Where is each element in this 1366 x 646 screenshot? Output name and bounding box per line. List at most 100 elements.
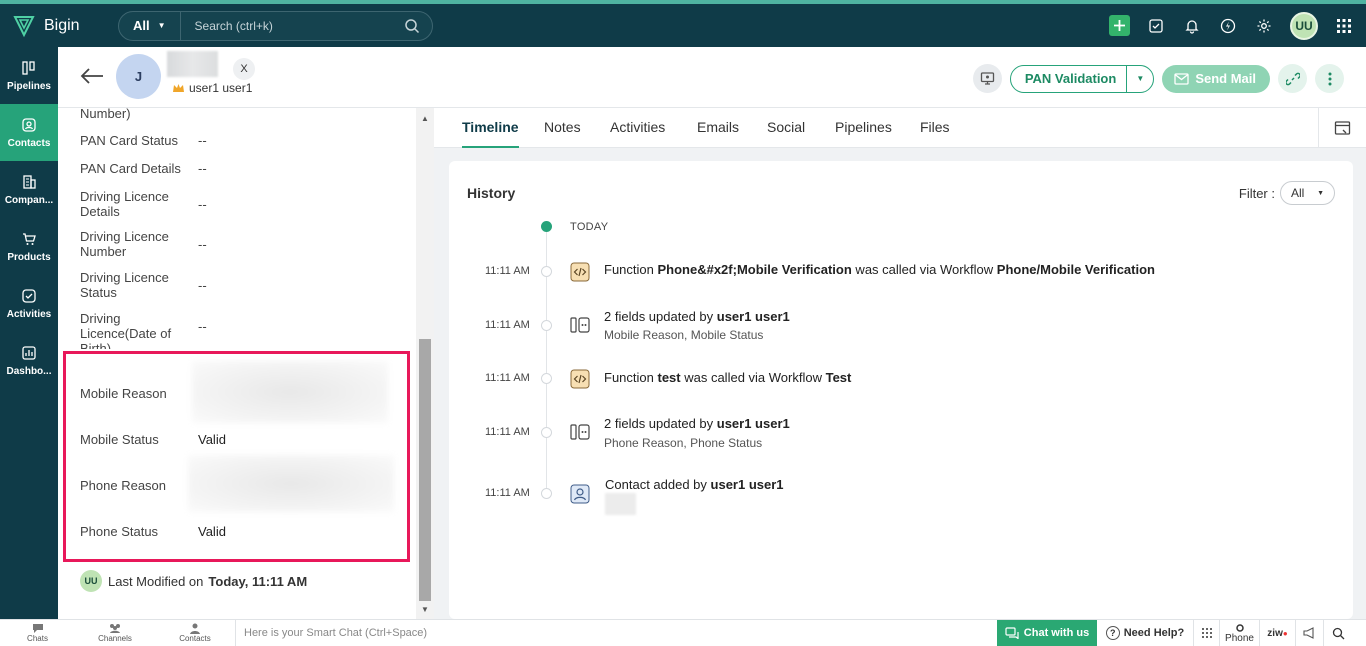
- bottom-search-button[interactable]: [1323, 619, 1353, 646]
- upgrade-button[interactable]: [1218, 16, 1238, 36]
- user-avatar[interactable]: UU: [1290, 11, 1318, 40]
- scroll-down-icon[interactable]: ▼: [416, 601, 434, 617]
- scrollbar-thumb[interactable]: [419, 339, 431, 601]
- field-value[interactable]: --: [198, 197, 207, 219]
- send-mail-button[interactable]: Send Mail: [1162, 64, 1270, 93]
- bottom-channels[interactable]: Channels: [75, 623, 155, 643]
- dialpad-button[interactable]: [1193, 619, 1219, 646]
- tasks-button[interactable]: [1146, 16, 1166, 36]
- notifications-button[interactable]: [1182, 16, 1202, 36]
- phone-button[interactable]: Phone: [1219, 619, 1259, 646]
- global-search[interactable]: All ▼ Search (ctrl+k): [118, 10, 433, 41]
- entry-text-part: was called via Workflow: [851, 262, 997, 277]
- field-value[interactable]: --: [198, 161, 207, 176]
- search-input[interactable]: Search (ctrl+k): [181, 19, 404, 33]
- entry-text: 2 fields updated by user1 user1: [604, 416, 790, 431]
- nav-item-label: Products: [7, 251, 51, 263]
- field-update-icon: [570, 424, 590, 440]
- field-driving-licence-status[interactable]: Driving Licence Status --: [80, 270, 207, 300]
- megaphone-icon: [1303, 627, 1314, 639]
- field-driving-licence-dob[interactable]: Driving Licence(Date of Birth) --: [80, 311, 207, 349]
- filter-label: Filter :: [1238, 185, 1275, 201]
- field-value[interactable]: --: [198, 133, 207, 148]
- dashboards-icon: [22, 345, 36, 360]
- more-options-button[interactable]: [1315, 64, 1344, 93]
- search-scope-dropdown[interactable]: All ▼: [119, 11, 181, 40]
- record-avatar[interactable]: J: [116, 54, 161, 99]
- search-scope-label: All: [133, 18, 150, 33]
- tab-pipelines[interactable]: Pipelines: [835, 108, 892, 148]
- chat-icon: [1005, 627, 1019, 639]
- tab-files[interactable]: Files: [920, 108, 950, 148]
- function-name: Phone&#x2f;Mobile Verification: [657, 262, 852, 277]
- ziwo-button[interactable]: ziw ●: [1259, 619, 1295, 646]
- timeline-dot: [541, 488, 552, 499]
- field-pan-card-status[interactable]: PAN Card Status --: [80, 133, 207, 148]
- tab-social[interactable]: Social: [767, 108, 805, 148]
- nav-item-label: Compan...: [4, 194, 54, 206]
- field-value[interactable]: --: [198, 237, 207, 259]
- field-value[interactable]: --: [198, 319, 207, 349]
- nav-item-pipelines[interactable]: Pipelines: [0, 47, 58, 104]
- customize-tabs-button[interactable]: [1318, 108, 1366, 148]
- announcements-button[interactable]: [1295, 619, 1323, 646]
- dialpad-icon: [1201, 628, 1212, 638]
- question-icon: ?: [1105, 626, 1120, 640]
- scroll-up-icon[interactable]: ▲: [416, 110, 434, 126]
- x-social-icon[interactable]: X: [233, 58, 255, 80]
- nav-item-dashboards[interactable]: Dashbo...: [0, 332, 58, 389]
- entry-text-part: 2 fields updated by: [604, 416, 717, 431]
- quick-create-button[interactable]: [1109, 15, 1130, 36]
- nav-item-companies[interactable]: Compan...: [0, 161, 58, 218]
- pan-validation-label[interactable]: PAN Validation: [1011, 66, 1127, 92]
- record-owner[interactable]: user1 user1: [172, 81, 252, 95]
- field-label: PAN Card Details: [80, 161, 181, 176]
- last-modified: UU Last Modified on Today, 11:11 AM: [80, 570, 307, 592]
- tab-notes[interactable]: Notes: [544, 108, 581, 148]
- pipelines-icon: [22, 60, 35, 75]
- entry-text: Function Phone&#x2f;Mobile Verification …: [604, 262, 1155, 277]
- presentation-button[interactable]: [972, 64, 1002, 93]
- entry-text-part: Function: [604, 262, 658, 277]
- timeline-dot: [541, 373, 552, 384]
- field-label: Driving Licence Number: [80, 229, 169, 259]
- app-brand[interactable]: Bigin: [0, 14, 118, 38]
- entry-subtext: Mobile Reason, Mobile Status: [604, 328, 764, 342]
- timeline-dot: [541, 320, 552, 331]
- details-scrollbar[interactable]: ▲ ▼: [416, 108, 434, 619]
- chevron-down-icon: ▼: [1317, 189, 1324, 197]
- workflow-name: Test: [825, 370, 852, 385]
- field-driving-licence-details[interactable]: Driving Licence Details --: [80, 189, 207, 219]
- contact-added-icon: [570, 484, 590, 504]
- tab-activities[interactable]: Activities: [610, 108, 665, 148]
- field-pan-card-details[interactable]: PAN Card Details --: [80, 161, 207, 176]
- chat-with-us-button[interactable]: Chat with us: [997, 619, 1097, 646]
- last-modified-label: Last Modified on: [108, 573, 204, 589]
- tab-timeline[interactable]: Timeline: [462, 108, 519, 148]
- crown-icon: [173, 83, 184, 92]
- today-label: TODAY: [570, 221, 609, 233]
- entry-text-part: was called via Workflow: [680, 370, 826, 385]
- back-arrow-icon[interactable]: [80, 67, 104, 85]
- pan-validation-button[interactable]: PAN Validation ▼: [1009, 64, 1155, 93]
- filter-dropdown[interactable]: All ▼: [1280, 181, 1335, 205]
- nav-item-label: Pipelines: [7, 80, 51, 92]
- nav-item-contacts[interactable]: Contacts: [0, 104, 58, 161]
- bottom-chats[interactable]: Chats: [0, 623, 75, 643]
- chat-bubble-icon: [32, 624, 43, 633]
- app-launcher-button[interactable]: [1334, 16, 1354, 36]
- last-modified-value: Today, 11:11 AM: [208, 573, 308, 589]
- link-button[interactable]: [1278, 64, 1307, 93]
- bottom-contacts[interactable]: Contacts: [155, 623, 235, 643]
- field-value[interactable]: --: [198, 278, 207, 300]
- field-driving-licence-number[interactable]: Driving Licence Number --: [80, 229, 207, 259]
- nav-item-products[interactable]: Products: [0, 218, 58, 275]
- tab-emails[interactable]: Emails: [697, 108, 739, 148]
- chevron-down-icon[interactable]: ▼: [1126, 65, 1153, 92]
- need-help-button[interactable]: ? Need Help?: [1097, 626, 1193, 640]
- bolt-circle-icon: [1220, 18, 1236, 33]
- search-icon[interactable]: [404, 18, 420, 34]
- smart-chat-input[interactable]: Here is your Smart Chat (Ctrl+Space): [235, 619, 997, 646]
- settings-button[interactable]: [1254, 16, 1274, 36]
- nav-item-activities[interactable]: Activities: [0, 275, 58, 332]
